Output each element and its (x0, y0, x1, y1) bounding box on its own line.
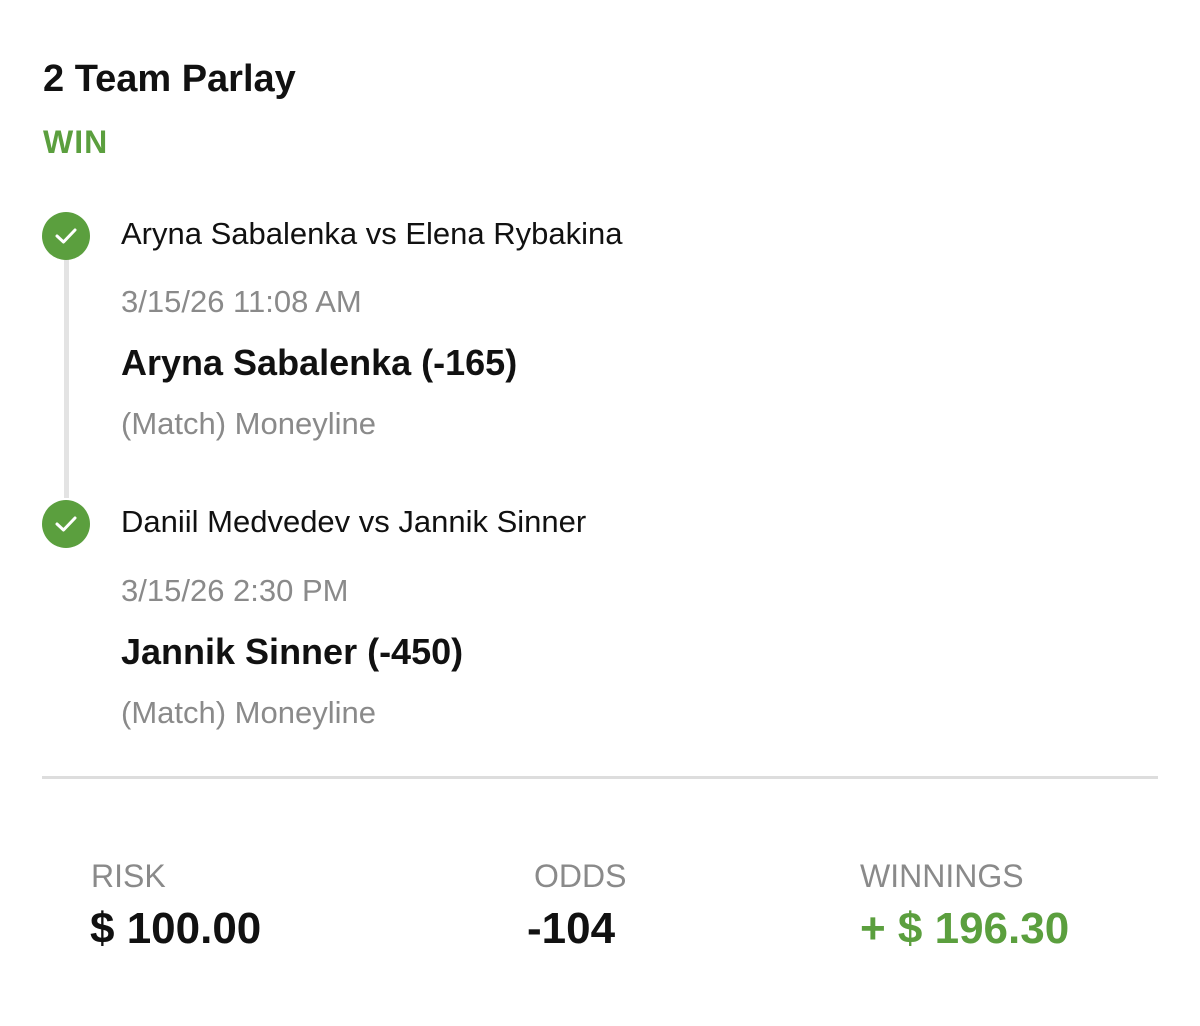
divider (42, 776, 1158, 779)
leg-market: (Match) Moneyline (121, 695, 376, 730)
leg-datetime: 3/15/26 2:30 PM (121, 573, 349, 608)
odds-label: ODDS (534, 858, 627, 894)
bet-title: 2 Team Parlay (43, 58, 296, 100)
winnings-value: + $ 196.30 (860, 904, 1070, 953)
leg-pick: Aryna Sabalenka (-165) (121, 342, 518, 383)
timeline-connector (64, 258, 69, 498)
leg-pick: Jannik Sinner (-450) (121, 631, 464, 672)
leg-market: (Match) Moneyline (121, 406, 376, 441)
leg-event: Daniil Medvedev vs Jannik Sinner (121, 504, 587, 539)
leg-event: Aryna Sabalenka vs Elena Rybakina (121, 216, 623, 251)
check-circle-icon (42, 500, 90, 548)
winnings-label: WINNINGS (860, 858, 1024, 894)
check-circle-icon (42, 212, 90, 260)
odds-value: -104 (527, 904, 616, 953)
bet-status-badge: WIN (43, 124, 109, 160)
risk-value: $ 100.00 (90, 904, 262, 953)
risk-label: RISK (91, 858, 166, 894)
leg-datetime: 3/15/26 11:08 AM (121, 284, 362, 319)
